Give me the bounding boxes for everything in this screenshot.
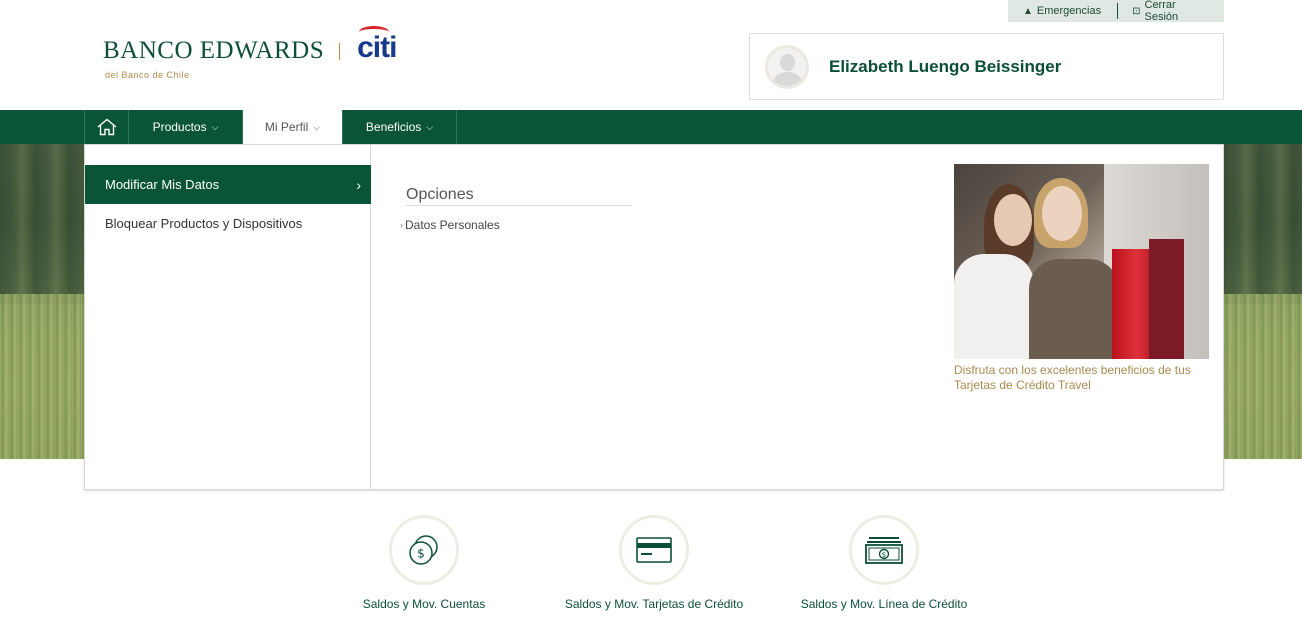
- svg-text:$: $: [882, 551, 886, 559]
- home-icon: [97, 118, 116, 136]
- warning-icon: ▲: [1023, 5, 1033, 17]
- options-heading: Opciones: [406, 186, 474, 203]
- emergencias-link[interactable]: ▲ Emergencias: [1008, 3, 1119, 19]
- datos-personales-label: Datos Personales: [405, 218, 500, 232]
- shortcut-saldos-cuentas[interactable]: $ Saldos y Mov. Cuentas: [324, 515, 524, 611]
- shortcut-saldos-linea[interactable]: $ Saldos y Mov. Línea de Crédito: [784, 515, 984, 611]
- submenu-item-bloquear[interactable]: Bloquear Productos y Dispositivos: [85, 204, 371, 243]
- main-nav: Productos ⌵ Mi Perfil ⌵ Beneficios ⌵: [0, 110, 1302, 144]
- nav-beneficios[interactable]: Beneficios ⌵: [342, 110, 457, 144]
- avatar[interactable]: [765, 44, 809, 89]
- promo-image[interactable]: [954, 164, 1209, 359]
- nav-productos-label: Productos: [152, 120, 207, 134]
- nav-beneficios-label: Beneficios: [365, 120, 422, 134]
- svg-text:$: $: [417, 547, 425, 561]
- profile-dropdown-panel: Modificar Mis Datos › Bloquear Productos…: [84, 144, 1224, 490]
- credit-card-icon: [636, 537, 672, 563]
- nav-productos[interactable]: Productos ⌵: [128, 110, 242, 144]
- shortcut-label: Saldos y Mov. Línea de Crédito: [800, 597, 968, 611]
- chevron-right-icon: ›: [356, 176, 361, 193]
- utility-bar: ▲ Emergencias ⊡ Cerrar Sesión: [1008, 0, 1224, 23]
- profile-submenu: Modificar Mis Datos › Bloquear Productos…: [85, 145, 371, 489]
- emergencias-label: Emergencias: [1036, 5, 1102, 17]
- nav-home[interactable]: [84, 110, 128, 144]
- logo-separator: [339, 42, 341, 60]
- logout-icon: ⊡: [1132, 5, 1141, 17]
- banknote-icon: $: [865, 537, 903, 564]
- submenu-item-label: Modificar Mis Datos: [105, 177, 220, 192]
- nav-mi-perfil-label: Mi Perfil: [264, 120, 309, 134]
- chevron-down-icon: ⌵: [426, 121, 434, 132]
- chevron-down-icon: ⌵: [211, 121, 219, 132]
- shortcut-label: Saldos y Mov. Cuentas: [362, 597, 486, 611]
- coins-icon: $: [409, 535, 438, 565]
- nav-mi-perfil[interactable]: Mi Perfil ⌵: [242, 110, 342, 144]
- shortcut-saldos-tarjetas[interactable]: Saldos y Mov. Tarjetas de Crédito: [554, 515, 754, 611]
- user-card: Elizabeth Luengo Beissinger: [749, 33, 1224, 100]
- chevron-down-icon: ⌵: [313, 121, 321, 132]
- user-name: Elizabeth Luengo Beissinger: [829, 56, 1062, 76]
- shortcut-label: Saldos y Mov. Tarjetas de Crédito: [564, 597, 744, 611]
- submenu-item-modificar-datos[interactable]: Modificar Mis Datos ›: [85, 165, 371, 204]
- logo-banco-edwards: BANCO EDWARDS: [103, 37, 325, 64]
- logout-link[interactable]: ⊡ Cerrar Sesión: [1118, 0, 1224, 23]
- promo-caption[interactable]: Disfruta con los excelentes beneficios d…: [954, 363, 1214, 393]
- logout-label: Cerrar Sesión: [1144, 0, 1179, 23]
- submenu-item-label: Bloquear Productos y Dispositivos: [105, 216, 303, 231]
- options-divider: [406, 205, 631, 206]
- logo-subtitle: del Banco de Chile: [105, 70, 190, 80]
- logo-citi: citi: [357, 26, 397, 65]
- bank-logo[interactable]: BANCO EDWARDS citi del Banco de Chile: [103, 26, 397, 80]
- chevron-right-icon: ›: [400, 220, 403, 230]
- datos-personales-link[interactable]: › Datos Personales: [400, 218, 500, 232]
